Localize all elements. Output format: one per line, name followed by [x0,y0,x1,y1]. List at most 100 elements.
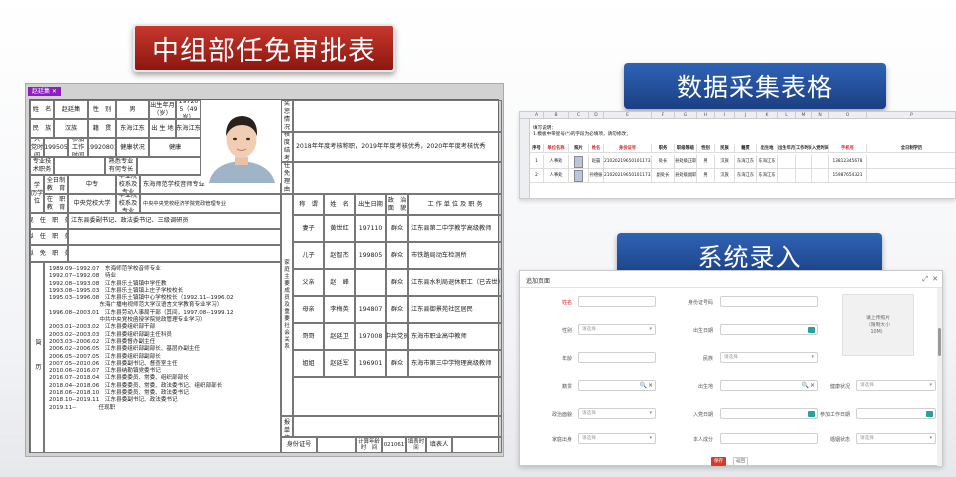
calendar-icon[interactable] [808,326,815,333]
family-cell: 199805 [355,242,386,269]
grid-cell[interactable]: 男 [697,155,715,169]
column-header[interactable]: K [757,112,778,119]
column-header[interactable]: N [812,112,829,119]
grid-cell[interactable]: 孙德振 [589,169,604,183]
name-input[interactable] [578,296,656,307]
marriage-select[interactable]: 请选择 ▾ [856,433,936,444]
column-header[interactable]: I [715,112,735,119]
column-header[interactable]: L [778,112,796,119]
grid-cell[interactable]: 赵晨 [589,155,604,169]
grid-cell[interactable]: 东海江东 [735,155,757,169]
back-button[interactable]: 返回 [733,457,748,466]
grid-header-cell[interactable]: 籍贯 [735,144,757,153]
grid-cell[interactable]: 副处长 [652,169,675,183]
label-resume: 简 历 [30,262,44,453]
search-icon[interactable]: 🔍 [802,381,809,390]
column-header[interactable]: E [604,112,652,119]
photo-upload[interactable]: 请上传照片 （限制大小 10M） [842,294,914,356]
grid-cell[interactable]: 东海江东 [757,155,778,169]
grid-cell[interactable]: 处长 [652,155,675,169]
expand-icon[interactable]: ⤢ [922,275,928,284]
grid-cell[interactable]: 东海江东 [735,169,757,183]
birth-date-input[interactable] [720,324,818,335]
family-cell: 赵廷军 [324,350,355,377]
grid-header-cell[interactable]: 出生地 [757,144,778,153]
column-header[interactable]: H [697,112,715,119]
grid-cell[interactable]: 人事处 [544,169,569,183]
column-header[interactable]: C [569,112,589,119]
health-select[interactable]: 请选择 ▾ [856,380,936,391]
family-origin-select[interactable]: 请选择 ▾ [578,433,656,444]
column-header[interactable]: O [829,112,867,119]
grid-cell[interactable]: 2 [530,169,544,183]
grid-header-cell[interactable]: 照片 [569,144,589,153]
family-cell: 哥哥 [293,323,324,350]
grid-header-cell[interactable]: 身份证号 [604,144,652,153]
party-select[interactable]: 请选择 ▾ [578,408,656,419]
grid-header-cell[interactable]: 出生年月 [778,144,796,153]
grid-cell[interactable]: 1 [530,155,544,169]
column-header[interactable]: F [652,112,675,119]
grid-header-cell[interactable]: 姓名 [589,144,604,153]
grid-header-cell[interactable]: 序号 [530,144,544,153]
grid-cell[interactable]: 13812345678 [829,155,867,169]
label-work-date: 参加工作时间 [68,138,88,157]
grid-cell[interactable]: 汉族 [715,169,735,183]
value-filler [452,437,502,453]
grid-cell[interactable]: 男 [697,169,715,183]
birthplace-input[interactable]: 🔍 × [720,380,818,391]
grid-header-cell[interactable]: 单位名称 [544,144,569,153]
grid-cell[interactable]: 东海江东 [757,169,778,183]
column-header[interactable]: M [796,112,812,119]
grid-cell[interactable]: 210202196501011732 [604,169,652,183]
save-button[interactable]: 保存 [711,457,726,466]
grid-cell[interactable] [812,169,829,183]
grid-cell[interactable]: 汉族 [715,155,735,169]
join-date-input[interactable] [720,408,818,419]
nation-select[interactable]: 请选择 ▾ [720,352,818,363]
work-date-input[interactable] [856,408,936,419]
value-health: 健康 [149,138,201,157]
grid-cell[interactable] [867,155,955,169]
calendar-icon[interactable] [926,410,933,417]
grid-header-cell[interactable]: 入党时间 [812,144,829,153]
id-input[interactable] [720,296,818,307]
grid-header-cell[interactable]: 手机号 [829,144,867,153]
grid-header-cell[interactable]: 性别 [697,144,715,153]
close-icon[interactable]: ✕ [932,275,938,283]
grid-cell[interactable] [867,169,955,183]
value-parttime-school: 中央中央党校经济学院党政管理专业 [140,194,281,213]
grid-cell[interactable] [812,155,829,169]
grid-cell[interactable]: 人事处 [544,155,569,169]
grid-header-cell[interactable]: 全日制学历 [867,144,955,153]
grid-header-cell[interactable]: 工作时间 [796,144,812,153]
column-header[interactable]: J [735,112,757,119]
personal-input[interactable] [720,433,818,444]
column-header[interactable]: P [867,112,955,119]
grid-cell[interactable]: 县处级副职 [675,169,697,183]
grid-cell[interactable] [778,155,796,169]
grid-header-cell[interactable]: 民族 [715,144,735,153]
sheet-tab[interactable]: 赵廷集 ✕ [28,87,61,96]
grid-header-cell[interactable]: 职级等级 [675,144,697,153]
grid-header-cell[interactable]: 职务 [652,144,675,153]
column-header[interactable]: A [530,112,544,119]
age-input[interactable] [578,352,656,363]
grid-cell[interactable]: 210202196501011732 [604,155,652,169]
family-cell: 黄世红 [324,215,355,242]
column-header[interactable]: G [675,112,697,119]
scrollbar[interactable] [937,288,942,466]
grid-cell[interactable] [778,169,796,183]
grid-cell[interactable] [796,169,812,183]
grid-cell[interactable]: 15987654321 [829,169,867,183]
search-icon[interactable]: 🔍 [640,381,647,390]
column-header[interactable]: D [589,112,604,119]
gender-select[interactable]: 请选择 ▾ [578,324,656,335]
label-gender: 性 别 [88,100,116,119]
clear-icon[interactable]: × [648,381,653,390]
grid-cell[interactable] [796,155,812,169]
scroll-thumb[interactable] [938,328,941,356]
column-header[interactable]: B [544,112,569,119]
grid-cell[interactable]: 县处级正职 [675,155,697,169]
origin-input[interactable]: 🔍 × [578,380,656,391]
